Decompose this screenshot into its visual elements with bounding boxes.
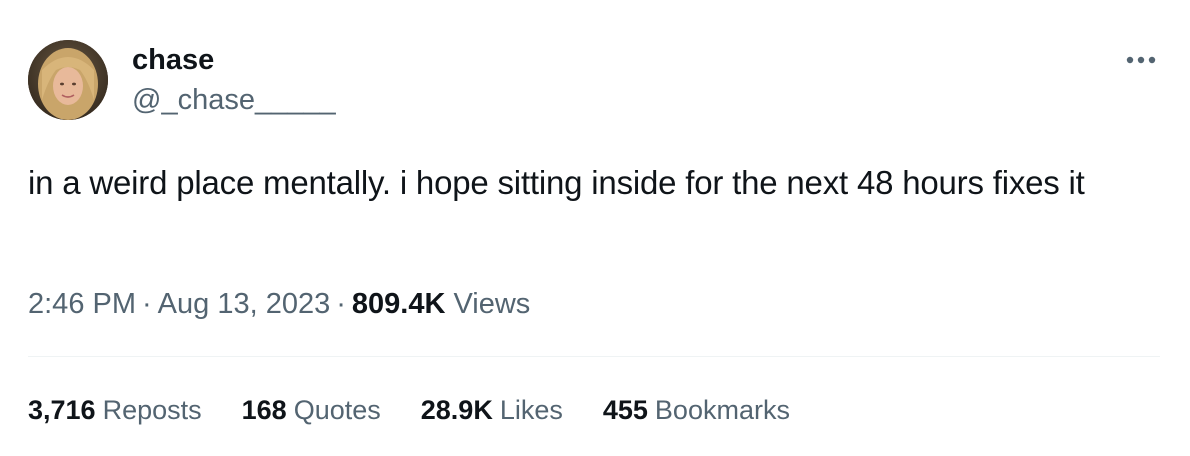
stat-label: Bookmarks: [654, 395, 790, 425]
stat-label: Likes: [499, 395, 563, 425]
stat-likes[interactable]: 28.9K Likes: [421, 390, 563, 430]
stat-count: 3,716: [28, 395, 96, 425]
stat-count: 28.9K: [420, 395, 493, 425]
stat-quotes[interactable]: 168 Quotes: [242, 390, 381, 430]
tweet: chase @_chase_____ in a weird place ment…: [0, 0, 1190, 456]
meta-separator: ·: [336, 288, 346, 320]
divider: [28, 356, 1160, 357]
views-link[interactable]: 809.4K Views: [352, 288, 530, 320]
tweet-text: in a weird place mentally. i hope sittin…: [28, 164, 1085, 201]
views-count: 809.4K: [351, 288, 446, 320]
avatar-photo: [28, 40, 108, 120]
stat-label: Quotes: [293, 395, 381, 425]
engagement-stats: 3,716 Reposts 168 Quotes 28.9K Likes 455 Boo…: [28, 390, 790, 430]
timestamp-date[interactable]: Aug 13, 2023: [158, 288, 331, 320]
more-dots-icon: [1126, 56, 1156, 64]
avatar[interactable]: [28, 40, 108, 120]
stat-bookmarks[interactable]: 455 Bookmarks: [603, 390, 790, 430]
stat-label: Reposts: [102, 395, 202, 425]
user-handle[interactable]: @_chase_____: [132, 82, 336, 118]
display-name[interactable]: chase: [132, 42, 214, 78]
tweet-meta: 2:46 PM · Aug 13, 2023 · 809.4K Views: [28, 284, 530, 324]
more-options-button[interactable]: [1118, 46, 1164, 74]
meta-separator: ·: [142, 288, 152, 320]
stat-count: 455: [602, 395, 648, 425]
views-label: Views: [453, 288, 531, 320]
stat-count: 168: [241, 395, 287, 425]
timestamp-time[interactable]: 2:46 PM: [28, 288, 136, 320]
stat-reposts[interactable]: 3,716 Reposts: [28, 390, 202, 430]
